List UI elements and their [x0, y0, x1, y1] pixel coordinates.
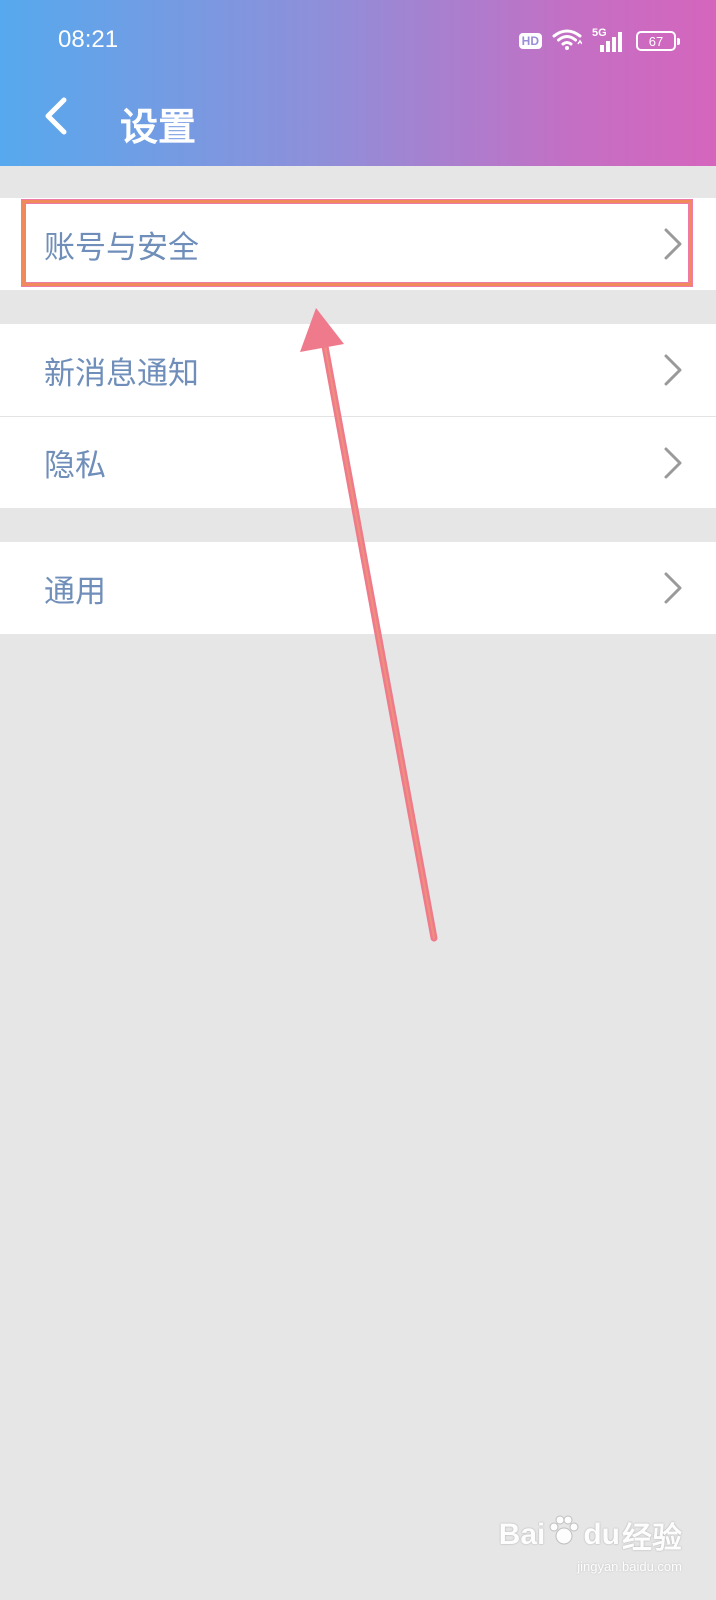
chevron-right-icon: [658, 350, 688, 390]
status-time: 08:21: [58, 26, 119, 53]
watermark-logo-du: du: [583, 1518, 620, 1551]
settings-item-notifications[interactable]: 新消息通知: [0, 324, 716, 416]
page-title: 设置: [120, 105, 197, 149]
settings-group-notifications: 新消息通知 隐私: [0, 324, 716, 508]
wifi-icon: [552, 28, 583, 54]
settings-item-label: 隐私: [44, 448, 106, 484]
settings-item-account-security[interactable]: 账号与安全: [0, 198, 716, 290]
signal-icon: 5G: [592, 27, 626, 53]
status-icons: HD 5G 67: [518, 27, 680, 54]
baidu-jingyan-watermark: Bai du 经验 jingyan.baidu.com: [499, 1513, 682, 1574]
settings-item-general[interactable]: 通用: [0, 542, 716, 634]
back-button[interactable]: [34, 92, 78, 140]
settings-group-account: 账号与安全: [0, 198, 716, 290]
settings-item-privacy[interactable]: 隐私: [0, 416, 716, 508]
battery-level: 67: [648, 33, 664, 49]
settings-group-general: 通用: [0, 542, 716, 634]
chevron-left-icon: [45, 97, 67, 135]
hd-icon: HD: [518, 33, 542, 49]
watermark-logo-jingyan: 经验: [622, 1522, 682, 1555]
chevron-right-icon: [658, 224, 688, 264]
settings-item-label: 通用: [44, 573, 106, 610]
watermark-logo-bai: Bai: [498, 1518, 546, 1551]
watermark-url: jingyan.baidu.com: [577, 1559, 682, 1574]
paw-icon: [547, 1514, 581, 1556]
chevron-right-icon: [658, 443, 688, 483]
battery-icon: 67: [636, 31, 680, 51]
settings-item-label: 新消息通知: [44, 355, 199, 392]
settings-item-label: 账号与安全: [44, 229, 199, 266]
header-bar: 08:21 HD 5G 67 设置: [0, 0, 716, 166]
chevron-right-icon: [658, 568, 688, 608]
watermark-logo: Bai du 经验: [499, 1513, 682, 1557]
